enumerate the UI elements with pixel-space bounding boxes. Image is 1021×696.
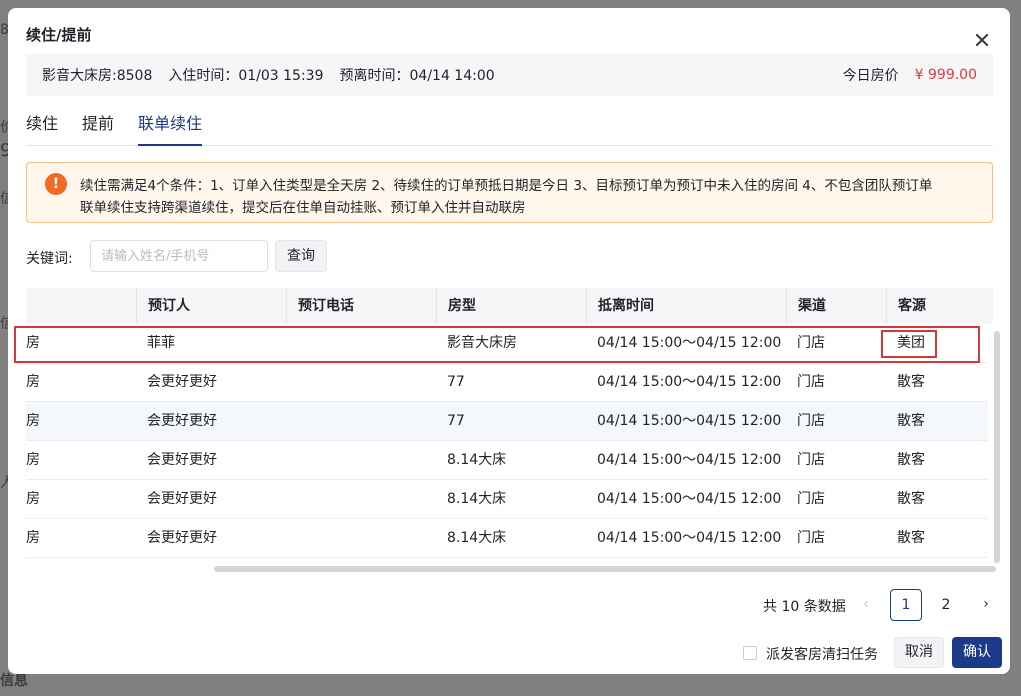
room-cell: 房 — [26, 530, 40, 546]
alert-text: 联单续住支持跨渠道续住，提交后在住单自动挂账、预订单入住并自动联房 — [80, 200, 526, 216]
cleaning-task-checkbox[interactable] — [743, 646, 757, 660]
cancel-button[interactable]: 取消 — [894, 637, 944, 668]
channel-cell: 门店 — [797, 413, 825, 429]
booker-cell: 会更好更好 — [147, 491, 217, 507]
room-type-cell: 8.14大床 — [447, 491, 507, 507]
tab-bar: 续住 提前 联单续住 — [26, 98, 993, 146]
booker-cell: 会更好更好 — [147, 452, 217, 468]
conditions-alert: ! 续住需满足4个条件：1、订单入住类型是全天房 2、待续住的订单预抵日期是今日… — [26, 162, 993, 223]
time-cell: 04/14 15:00～04/15 12:00 — [597, 374, 782, 390]
source-cell: 美团 — [897, 335, 925, 351]
room-type-cell: 77 — [447, 374, 465, 390]
alert-text: 续住需满足4个条件：1、订单入住类型是全天房 2、待续住的订单预抵日期是今日 3… — [80, 178, 933, 194]
booker-cell: 会更好更好 — [147, 374, 217, 390]
prev-page-icon[interactable]: ‹ — [858, 596, 874, 614]
price-label: 今日房价 — [842, 68, 899, 84]
table-row[interactable]: 房 会更好更好 8.14大床 04/14 15:00～04/15 12:00 门… — [26, 519, 988, 558]
booking-table: 预订人 预订电话 房型 抵离时间 渠道 客源 房 菲菲 影音大床房 04/14 … — [26, 288, 993, 568]
checkout-time: 预离时间：04/14 14:00 — [339, 68, 495, 84]
table-row[interactable]: 房 菲菲 影音大床房 04/14 15:00～04/15 12:00 门店 美团 — [26, 324, 988, 363]
column-header: 抵离时间 — [586, 288, 786, 324]
channel-cell: 门店 — [797, 374, 825, 390]
page-button-1[interactable]: 1 — [890, 589, 922, 621]
room-type-cell: 8.14大床 — [447, 452, 507, 468]
time-cell: 04/14 15:00～04/15 12:00 — [597, 335, 782, 351]
room-info-bar: 影音大床房:8508 入住时间：01/03 15:39 预离时间：04/14 1… — [26, 54, 993, 96]
vertical-scrollbar[interactable] — [994, 331, 1000, 563]
source-cell: 散客 — [897, 413, 925, 429]
next-page-icon[interactable]: › — [978, 596, 994, 614]
column-header: 预订人 — [136, 288, 286, 324]
room-cell: 房 — [26, 452, 40, 468]
time-cell: 04/14 15:00～04/15 12:00 — [597, 452, 782, 468]
source-cell: 散客 — [897, 491, 925, 507]
keyword-label: 关键词: — [26, 251, 73, 267]
tab-linked-extend[interactable]: 联单续住 — [138, 98, 203, 146]
table-row[interactable]: 房 会更好更好 8.14大床 04/14 15:00～04/15 12:00 门… — [26, 441, 988, 480]
keyword-input[interactable] — [90, 240, 268, 272]
page-button-2[interactable]: 2 — [930, 589, 962, 621]
booker-cell: 会更好更好 — [147, 413, 217, 429]
tab-extend[interactable]: 续住 — [26, 98, 58, 145]
room-type-cell: 影音大床房 — [447, 335, 517, 351]
room-name: 影音大床房:8508 — [42, 68, 153, 84]
channel-cell: 门店 — [797, 452, 825, 468]
column-header: 渠道 — [786, 288, 886, 324]
source-cell: 散客 — [897, 452, 925, 468]
cleaning-task-label: 派发客房清扫任务 — [766, 647, 878, 663]
confirm-button[interactable]: 确认 — [952, 637, 1002, 668]
room-type-cell: 77 — [447, 413, 465, 429]
time-cell: 04/14 15:00～04/15 12:00 — [597, 413, 782, 429]
total-count: 共 10 条数据 — [763, 599, 846, 615]
room-cell: 房 — [26, 491, 40, 507]
time-cell: 04/14 15:00～04/15 12:00 — [597, 530, 782, 546]
booker-cell: 会更好更好 — [147, 530, 217, 546]
channel-cell: 门店 — [797, 491, 825, 507]
table-row[interactable]: 房 会更好更好 8.14大床 04/14 15:00～04/15 12:00 门… — [26, 480, 988, 519]
close-icon[interactable] — [972, 30, 992, 50]
warning-icon: ! — [45, 173, 67, 195]
room-cell: 房 — [26, 374, 40, 390]
channel-cell: 门店 — [797, 530, 825, 546]
dialog-title: 续住/提前 — [26, 26, 92, 44]
column-header: 预订电话 — [286, 288, 436, 324]
column-header: 客源 — [886, 288, 993, 324]
table-row[interactable]: 房 会更好更好 77 04/14 15:00～04/15 12:00 门店 散客 — [26, 402, 988, 441]
source-cell: 散客 — [897, 530, 925, 546]
channel-cell: 门店 — [797, 335, 825, 351]
extend-stay-dialog: 续住/提前 影音大床房:8508 入住时间：01/03 15:39 预离时间：0… — [8, 8, 1010, 674]
horizontal-scrollbar[interactable] — [214, 566, 996, 572]
room-cell: 房 — [26, 335, 40, 351]
room-cell: 房 — [26, 413, 40, 429]
booker-cell: 菲菲 — [147, 335, 175, 351]
column-header: 房型 — [436, 288, 586, 324]
time-cell: 04/14 15:00～04/15 12:00 — [597, 491, 782, 507]
tab-early[interactable]: 提前 — [82, 98, 114, 145]
checkin-time: 入住时间：01/03 15:39 — [168, 68, 324, 84]
source-cell: 散客 — [897, 374, 925, 390]
table-header: 预订人 预订电话 房型 抵离时间 渠道 客源 — [26, 288, 993, 324]
query-button[interactable]: 查询 — [275, 240, 327, 272]
today-price: ¥ 999.00 — [914, 67, 977, 83]
room-type-cell: 8.14大床 — [447, 530, 507, 546]
table-row[interactable]: 房 会更好更好 77 04/14 15:00～04/15 12:00 门店 散客 — [26, 363, 988, 402]
